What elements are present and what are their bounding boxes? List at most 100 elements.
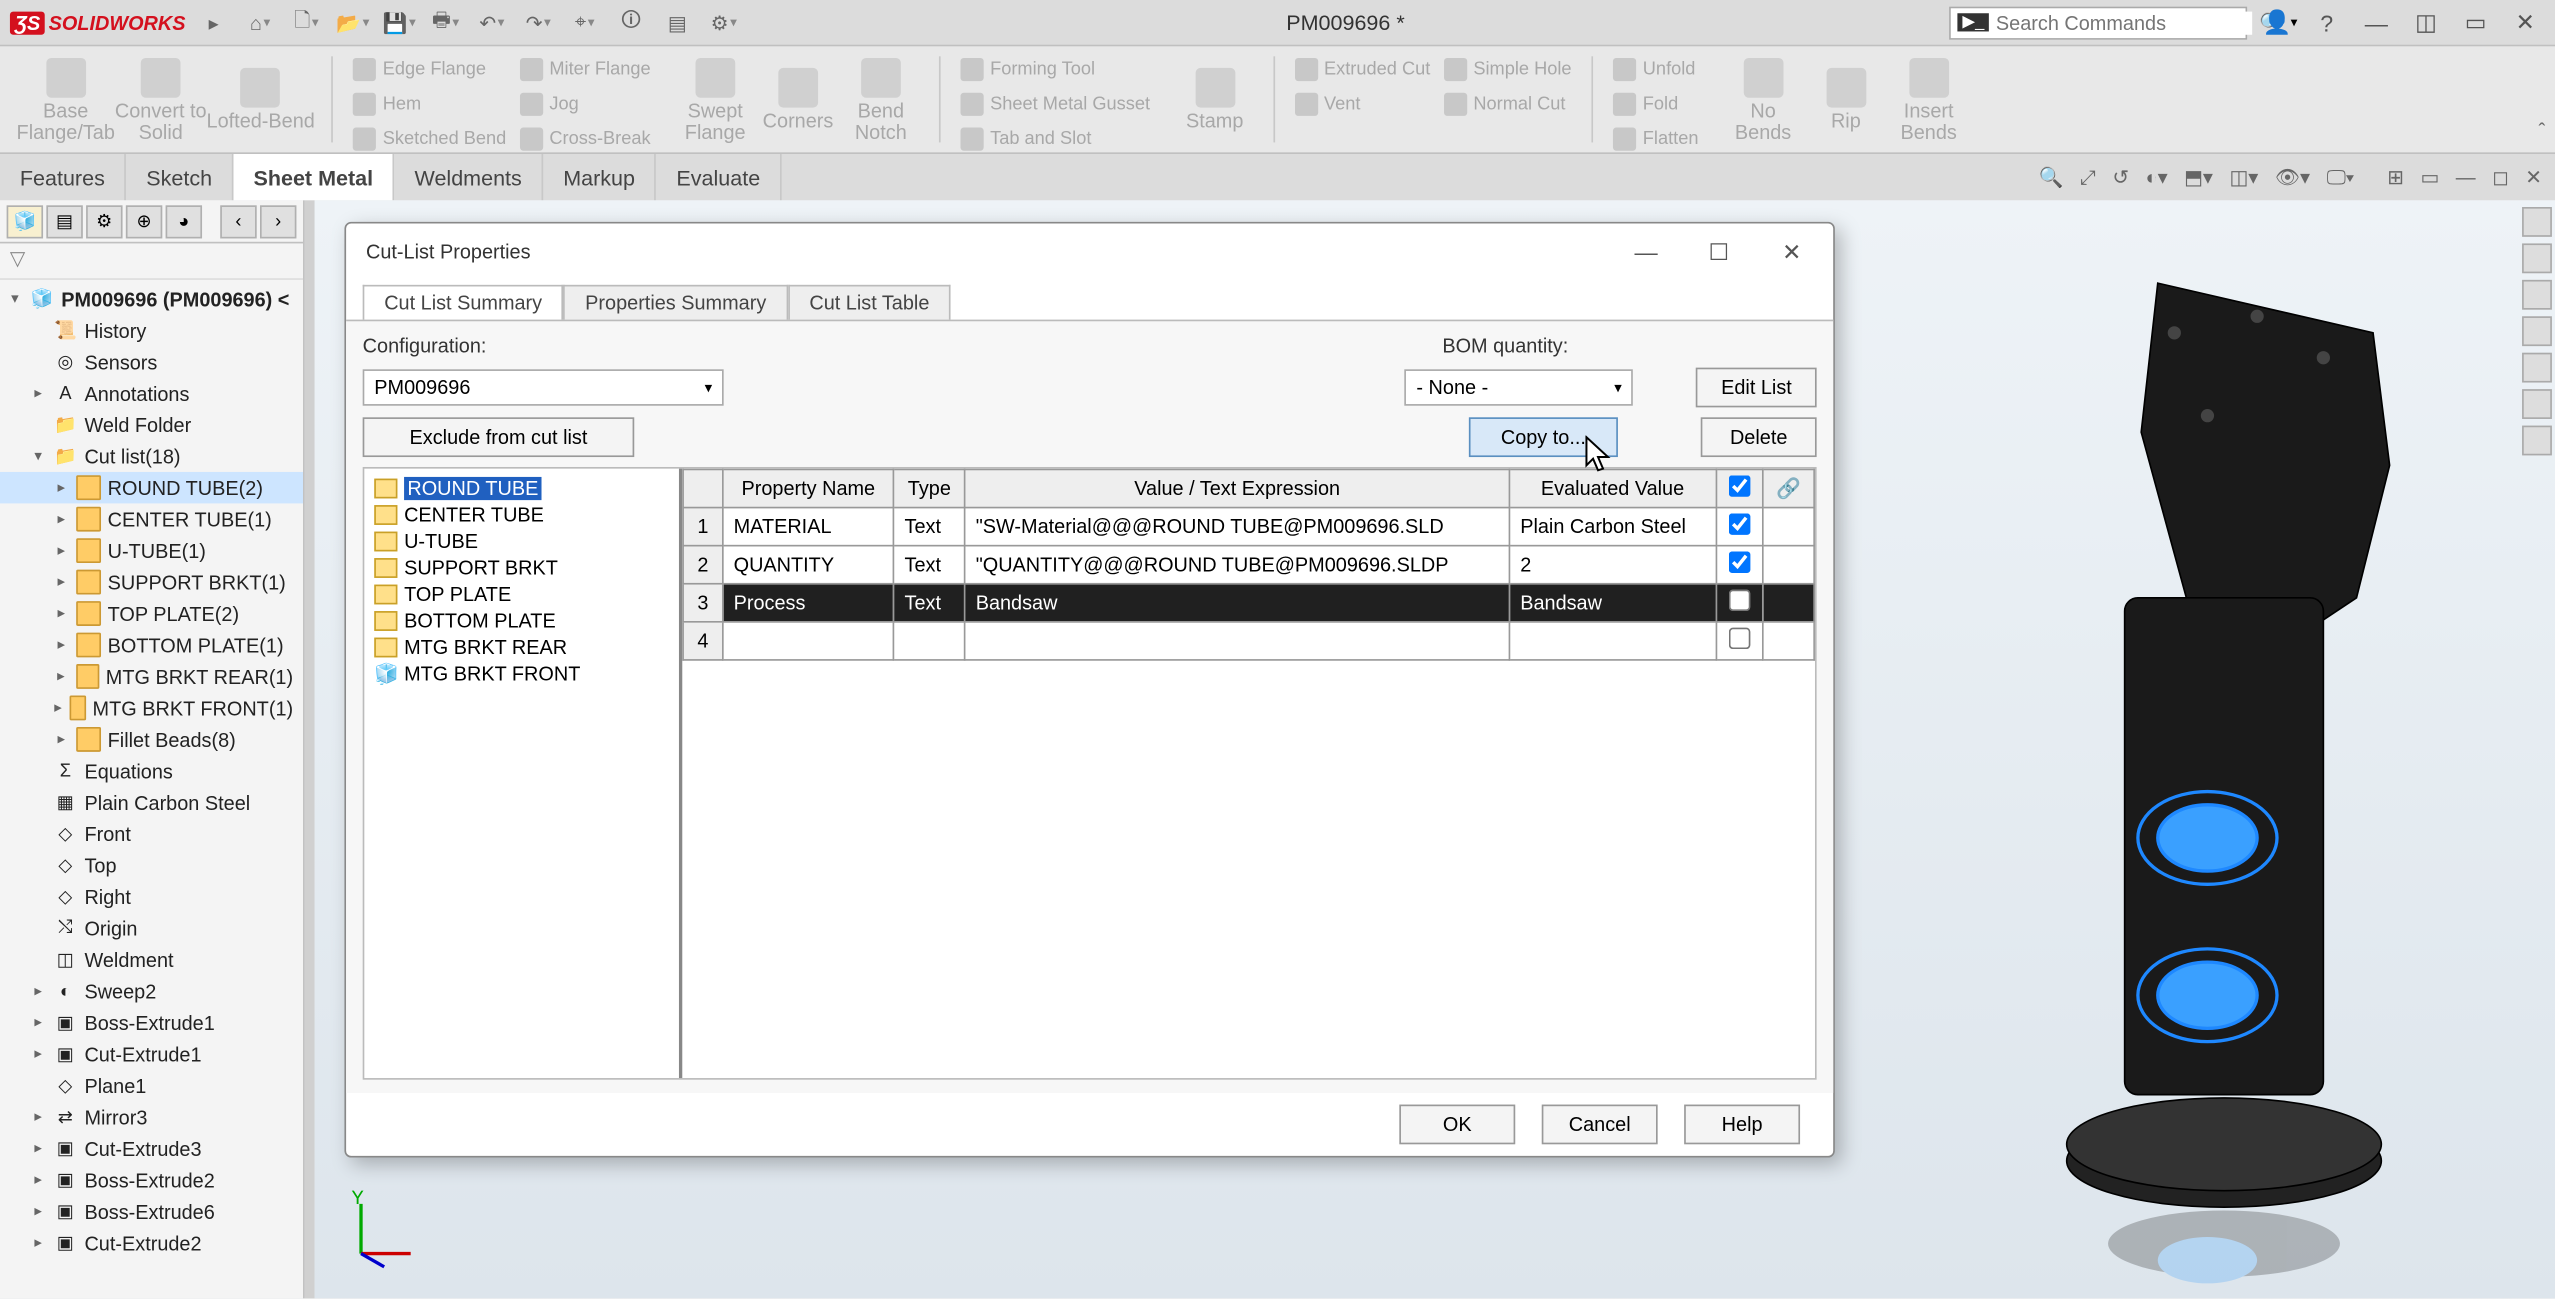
tree-item-sensors[interactable]: ◎Sensors <box>0 346 303 377</box>
ribbon-tab-and-slot[interactable]: Tab and Slot <box>960 128 1150 151</box>
redo-icon[interactable]: ↷ <box>520 4 556 40</box>
tab-features[interactable]: Features <box>0 154 126 200</box>
help-icon[interactable]: ? <box>2307 4 2347 40</box>
cutlist-item-bottom-plate[interactable]: BOTTOM PLATE <box>368 608 676 634</box>
tree-root[interactable]: ▾🧊PM009696 (PM009696) < <box>0 283 303 314</box>
property-link-cell[interactable] <box>1763 508 1814 546</box>
property-row[interactable]: 1 MATERIAL Text "SW-Material@@@ROUND TUB… <box>683 508 1814 546</box>
property-link-cell[interactable] <box>1763 546 1814 584</box>
col-header[interactable]: 🔗 <box>1763 469 1814 507</box>
property-type-cell[interactable] <box>894 622 965 660</box>
dialog-tab-cut-list-table[interactable]: Cut List Table <box>788 285 951 320</box>
zoom-fit-icon[interactable]: 🔍 <box>2039 166 2064 189</box>
property-check-cell[interactable] <box>1716 508 1763 546</box>
section-view-icon[interactable]: ◐▾ <box>2146 166 2168 189</box>
property-link-cell[interactable] <box>1763 622 1814 660</box>
ribbon-forming-tool[interactable]: Forming Tool <box>960 58 1150 81</box>
ribbon-edge-flange[interactable]: Edge Flange <box>353 58 506 81</box>
tree-nav-back-icon[interactable]: ‹ <box>220 205 256 238</box>
taskpane-design-library-icon[interactable] <box>2522 243 2552 273</box>
ribbon-convert-to[interactable]: Convert toSolid <box>115 57 207 141</box>
ribbon-extruded-cut[interactable]: Extruded Cut <box>1294 58 1430 81</box>
tree-item-support-brkt-1-[interactable]: ▸SUPPORT BRKT(1) <box>0 566 303 597</box>
restore-icon[interactable]: ◫ <box>2406 4 2446 40</box>
bom-quantity-select[interactable]: - None -▾ <box>1405 369 1634 405</box>
viewport-min-icon[interactable]: — <box>2456 166 2476 189</box>
property-check-cell[interactable] <box>1716 546 1763 584</box>
tree-item-u-tube-1-[interactable]: ▸U-TUBE(1) <box>0 535 303 566</box>
tree-item-cut-extrude3[interactable]: ▸▣Cut-Extrude3 <box>0 1133 303 1164</box>
ribbon-hem[interactable]: Hem <box>353 93 506 116</box>
ribbon-no[interactable]: NoBends <box>1722 57 1805 141</box>
ribbon-bend[interactable]: BendNotch <box>839 57 922 141</box>
tree-item-history[interactable]: 📜History <box>0 315 303 346</box>
viewport-close-icon[interactable]: ✕ <box>2525 166 2542 189</box>
cutlist-item-top-plate[interactable]: TOP PLATE <box>368 581 676 607</box>
cutlist-item-u-tube[interactable]: U-TUBE <box>368 528 676 554</box>
taskpane-appearances-icon[interactable] <box>2522 353 2552 383</box>
tree-item-boss-extrude2[interactable]: ▸▣Boss-Extrude2 <box>0 1164 303 1195</box>
ribbon-corners[interactable]: Corners <box>757 67 840 132</box>
ribbon-lofted-bend[interactable]: Lofted-Bend <box>207 67 315 132</box>
viewport-link-icon[interactable]: ⊞ <box>2387 166 2404 189</box>
properties-table[interactable]: Property NameTypeValue / Text Expression… <box>682 469 1815 661</box>
cut-list-items[interactable]: ROUND TUBECENTER TUBEU-TUBESUPPORT BRKTT… <box>364 469 682 1078</box>
tree-tab-dim-icon[interactable]: ⊕ <box>126 205 162 238</box>
tab-evaluate[interactable]: Evaluate <box>657 154 782 200</box>
link-icon[interactable]: 🔗 <box>1776 477 1801 500</box>
property-name-cell[interactable] <box>723 622 894 660</box>
taskpane-custom-props-icon[interactable] <box>2522 389 2552 419</box>
tree-item-round-tube-2-[interactable]: ▸ROUND TUBE(2) <box>0 472 303 503</box>
ribbon-normal-cut[interactable]: Normal Cut <box>1444 93 1572 116</box>
exclude-from-cut-list-button[interactable]: Exclude from cut list <box>363 417 635 457</box>
tree-item-mtg-brkt-front-1-[interactable]: ▸MTG BRKT FRONT(1) <box>0 692 303 723</box>
taskpane-view-palette-icon[interactable] <box>2522 316 2552 346</box>
ribbon-sheet-metal-gusset[interactable]: Sheet Metal Gusset <box>960 93 1150 116</box>
previous-view-icon[interactable]: ↺ <box>2112 166 2129 189</box>
options-panel-icon[interactable]: ▤ <box>659 4 695 40</box>
tree-item-plane1[interactable]: ◇Plane1 <box>0 1070 303 1101</box>
taskpane-file-explorer-icon[interactable] <box>2522 280 2552 310</box>
search-input[interactable] <box>1996 11 2253 34</box>
dialog-tab-properties-summary[interactable]: Properties Summary <box>564 285 788 320</box>
cancel-button[interactable]: Cancel <box>1542 1105 1658 1145</box>
ribbon-base[interactable]: BaseFlange/Tab <box>17 57 115 141</box>
maximize-icon[interactable]: ▭ <box>2456 4 2496 40</box>
tree-item-cut-extrude1[interactable]: ▸▣Cut-Extrude1 <box>0 1038 303 1069</box>
undo-icon[interactable]: ↶ <box>474 4 510 40</box>
tree-item-front[interactable]: ◇Front <box>0 818 303 849</box>
property-value-cell[interactable]: Bandsaw <box>965 584 1510 622</box>
tab-weldments[interactable]: Weldments <box>395 154 544 200</box>
ribbon-simple-hole[interactable]: Simple Hole <box>1444 58 1572 81</box>
save-icon[interactable]: 💾 <box>381 4 417 40</box>
property-row[interactable]: 2 QUANTITY Text "QUANTITY@@@ROUND TUBE@P… <box>683 546 1814 584</box>
tree-item-center-tube-1-[interactable]: ▸CENTER TUBE(1) <box>0 503 303 534</box>
menu-expand-icon[interactable]: ▸ <box>195 4 231 40</box>
cutlist-item-mtg-brkt-front[interactable]: 🧊MTG BRKT FRONT <box>368 661 676 687</box>
help-button[interactable]: Help <box>1684 1105 1800 1145</box>
close-icon[interactable]: ✕ <box>2506 4 2546 40</box>
cutlist-item-mtg-brkt-rear[interactable]: MTG BRKT REAR <box>368 634 676 660</box>
tree-item-top[interactable]: ◇Top <box>0 850 303 881</box>
tree-item-mirror3[interactable]: ▸⇄Mirror3 <box>0 1101 303 1132</box>
viewport-single-icon[interactable]: ▭ <box>2420 166 2439 189</box>
configuration-select[interactable]: PM009696▾ <box>363 369 724 405</box>
edit-list-button[interactable]: Edit List <box>1696 368 1816 408</box>
ok-button[interactable]: OK <box>1399 1105 1515 1145</box>
ribbon-insert[interactable]: InsertBends <box>1887 57 1970 141</box>
property-name-cell[interactable]: Process <box>723 584 894 622</box>
property-type-cell[interactable]: Text <box>894 546 965 584</box>
tree-item-weld-folder[interactable]: 📁Weld Folder <box>0 409 303 440</box>
tree-item-cut-list-18-[interactable]: ▾📁Cut list(18) <box>0 440 303 471</box>
tab-sketch[interactable]: Sketch <box>126 154 233 200</box>
select-icon[interactable]: ⌖ <box>566 4 602 40</box>
tab-sheet-metal[interactable]: Sheet Metal <box>234 154 395 200</box>
open-icon[interactable]: 📂 <box>335 4 371 40</box>
tree-item-fillet-beads-8-[interactable]: ▸Fillet Beads(8) <box>0 724 303 755</box>
feature-tree[interactable]: ▾🧊PM009696 (PM009696) <📜History◎Sensors ▸… <box>0 280 303 1298</box>
ribbon-flatten[interactable]: Flatten <box>1613 128 1699 151</box>
cutlist-item-round-tube[interactable]: ROUND TUBE <box>368 475 676 501</box>
property-check-cell[interactable] <box>1716 622 1763 660</box>
ribbon-jog[interactable]: Jog <box>520 93 651 116</box>
user-icon[interactable]: 👤 <box>2257 4 2297 40</box>
